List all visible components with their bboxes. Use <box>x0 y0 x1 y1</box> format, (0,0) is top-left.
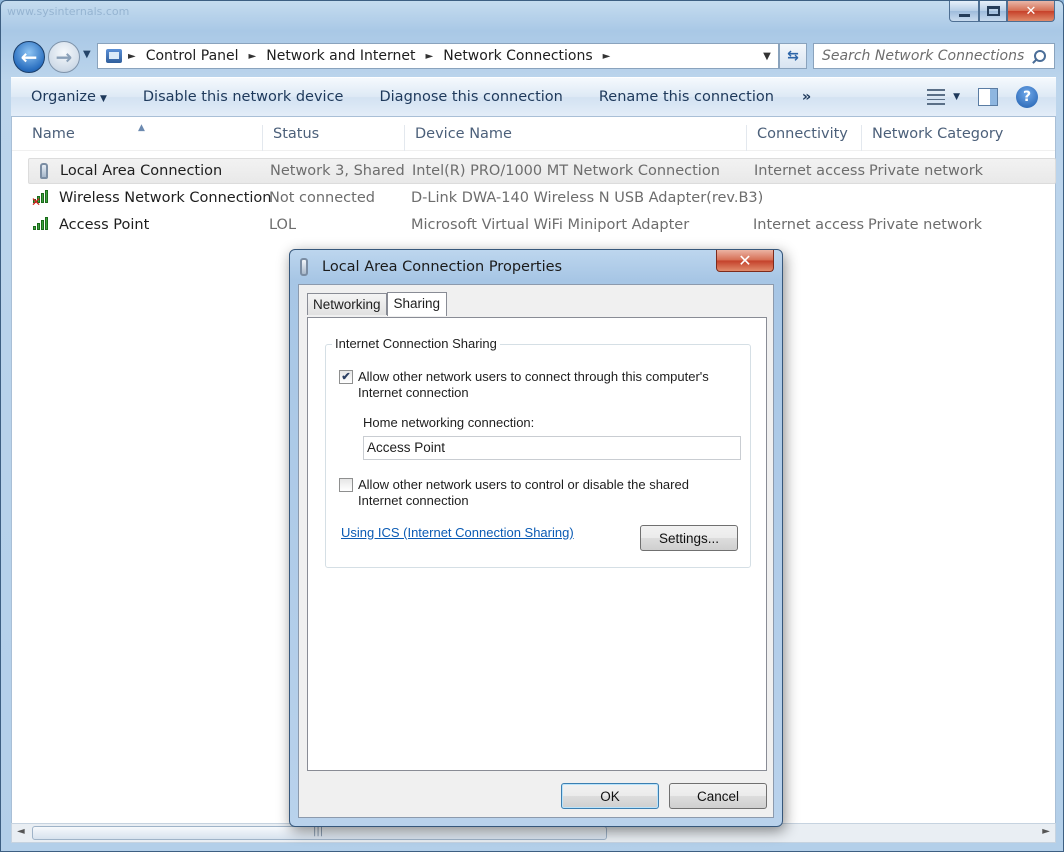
back-button[interactable]: ← <box>13 41 45 73</box>
recent-pages-dropdown[interactable]: ▼ <box>83 49 91 60</box>
search-input[interactable]: Search Network Connections <box>813 43 1055 69</box>
connection-status: LOL <box>269 217 297 233</box>
search-icon[interactable] <box>1034 50 1046 62</box>
refresh-button[interactable]: ⇆ <box>779 43 807 69</box>
connection-category: Private network <box>869 163 984 179</box>
tab-sharing[interactable]: Sharing <box>386 292 448 316</box>
allow-control-option[interactable]: Allow other network users to control or … <box>339 477 718 509</box>
maximize-button[interactable] <box>979 1 1007 22</box>
allow-connect-option[interactable]: ✔ Allow other network users to connect t… <box>339 369 718 401</box>
wireless-disconnected-icon: ✕ <box>31 189 53 209</box>
column-header-status[interactable]: Status <box>262 125 404 151</box>
scrollbar-grip: ||| <box>313 826 324 837</box>
connection-status: Network 3, Shared <box>270 163 405 179</box>
address-dropdown-icon[interactable]: ▼ <box>760 51 774 62</box>
sort-ascending-icon: ▲ <box>138 123 145 133</box>
home-networking-select[interactable]: Access Point <box>363 436 741 460</box>
allow-control-label[interactable]: Allow other network users to control or … <box>358 477 718 509</box>
help-icon[interactable]: ? <box>1016 86 1038 108</box>
ethernet-icon <box>300 258 308 276</box>
connection-category: Private network <box>868 217 983 233</box>
connection-connectivity: Internet access <box>754 163 866 179</box>
breadcrumb-separator[interactable]: ► <box>426 51 434 62</box>
breadcrumb-separator[interactable]: ► <box>128 51 136 62</box>
connection-name: Local Area Connection <box>60 163 223 179</box>
breadcrumb-network-connections[interactable]: Network Connections <box>443 48 592 64</box>
forward-button[interactable]: → <box>48 41 80 73</box>
column-header-connectivity[interactable]: Connectivity <box>746 125 861 151</box>
allow-connect-checkbox[interactable]: ✔ <box>339 370 353 384</box>
control-panel-icon <box>106 49 122 63</box>
dialog-tabs: Networking Sharing <box>307 292 448 316</box>
address-bar[interactable]: ► Control Panel ► Network and Internet ►… <box>97 43 779 69</box>
disconnected-x-icon: ✕ <box>31 195 42 209</box>
breadcrumb-separator[interactable]: ► <box>603 51 611 62</box>
caption-buttons: ✕ <box>949 1 1055 22</box>
organize-button[interactable]: Organize ▼ <box>11 89 125 105</box>
connection-device: Intel(R) PRO/1000 MT Network Connection <box>412 163 720 179</box>
connection-status: Not connected <box>269 190 375 206</box>
connection-row-local-area[interactable]: Local Area Connection Network 3, Shared … <box>28 158 1056 184</box>
close-button[interactable]: ✕ <box>1007 1 1055 22</box>
preview-pane-icon[interactable] <box>978 88 998 106</box>
breadcrumb-network-and-internet[interactable]: Network and Internet <box>266 48 415 64</box>
diagnose-connection-button[interactable]: Diagnose this connection <box>361 89 580 105</box>
forward-arrow-icon: → <box>55 45 73 69</box>
column-header-row: ▲ Name Status Device Name Connectivity N… <box>12 117 1055 151</box>
chevron-down-icon: ▼ <box>99 94 107 104</box>
column-header-network-category[interactable]: Network Category <box>861 125 1051 151</box>
ics-help-link[interactable]: Using ICS (Internet Connection Sharing) <box>341 525 574 540</box>
ethernet-icon <box>34 163 54 181</box>
change-view-icon[interactable] <box>927 89 946 105</box>
connection-row-wireless[interactable]: ✕ Wireless Network Connection Not connec… <box>28 185 1056 211</box>
maximize-icon <box>986 6 1000 16</box>
dialog-body: Networking Sharing Internet Connection S… <box>298 284 774 818</box>
disable-device-button[interactable]: Disable this network device <box>125 89 362 105</box>
ok-button[interactable]: OK <box>561 783 659 809</box>
close-icon: ✕ <box>738 251 752 270</box>
dialog-close-button[interactable]: ✕ <box>716 250 774 272</box>
scroll-left-icon[interactable]: ◄ <box>17 826 25 837</box>
settings-button[interactable]: Settings... <box>640 525 738 551</box>
connection-name: Wireless Network Connection <box>59 190 272 206</box>
connection-device: Microsoft Virtual WiFi Miniport Adapter <box>411 217 690 233</box>
scrollbar-thumb[interactable]: ||| <box>32 826 607 840</box>
connection-name: Access Point <box>59 217 150 233</box>
back-arrow-icon: ← <box>20 45 38 69</box>
breadcrumb-separator[interactable]: ► <box>249 51 257 62</box>
organize-label: Organize <box>31 89 96 105</box>
connection-row-access-point[interactable]: Access Point LOL Microsoft Virtual WiFi … <box>28 212 1056 238</box>
minimize-icon <box>958 13 970 17</box>
command-bar: Organize ▼ Disable this network device Di… <box>11 77 1056 117</box>
dialog-title: Local Area Connection Properties <box>322 259 563 275</box>
column-header-device-name[interactable]: Device Name <box>404 125 746 151</box>
wireless-icon <box>33 216 53 234</box>
column-header-name[interactable]: ▲ Name <box>12 123 262 151</box>
close-icon: ✕ <box>1025 3 1037 19</box>
connection-device: D-Link DWA-140 Wireless N USB Adapter(re… <box>411 190 764 206</box>
column-name-label: Name <box>32 126 75 142</box>
properties-dialog: Local Area Connection Properties ✕ Netwo… <box>289 249 783 827</box>
minimize-button[interactable] <box>949 1 979 22</box>
view-options-chevron-icon[interactable]: ▼ <box>953 92 960 102</box>
more-commands-button[interactable]: » <box>792 89 821 105</box>
search-placeholder: Search Network Connections <box>822 48 1025 64</box>
title-watermark: www.sysinternals.com <box>7 5 130 18</box>
groupbox-title: Internet Connection Sharing <box>332 336 500 351</box>
ics-groupbox: Internet Connection Sharing ✔ Allow othe… <box>325 336 751 568</box>
allow-connect-label[interactable]: Allow other network users to connect thr… <box>358 369 718 401</box>
connection-connectivity: Internet access <box>753 217 865 233</box>
view-controls: ▼ ? <box>927 86 1056 108</box>
home-networking-label: Home networking connection: <box>363 415 535 430</box>
allow-control-checkbox[interactable] <box>339 478 353 492</box>
breadcrumb-control-panel[interactable]: Control Panel <box>146 48 239 64</box>
sharing-tab-panel: Internet Connection Sharing ✔ Allow othe… <box>307 317 767 771</box>
scroll-right-icon[interactable]: ► <box>1042 826 1050 837</box>
refresh-icon: ⇆ <box>787 48 799 64</box>
cancel-button[interactable]: Cancel <box>669 783 767 809</box>
rename-connection-button[interactable]: Rename this connection <box>581 89 792 105</box>
tab-networking[interactable]: Networking <box>307 293 387 315</box>
